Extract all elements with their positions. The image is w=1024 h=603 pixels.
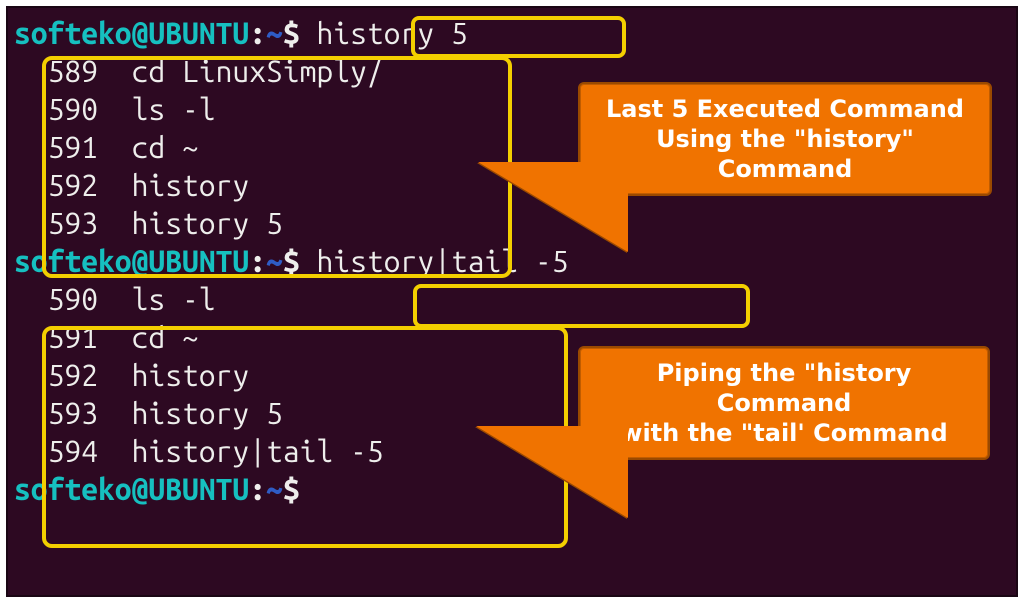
prompt-at: @ — [132, 16, 149, 50]
history-row: 590 ls -l — [14, 280, 1010, 318]
prompt-host: UBUNTU — [148, 16, 249, 50]
callout-1-line-2: Using the "history" Command — [594, 124, 976, 184]
callout-1-line-1: Last 5 Executed Command — [594, 94, 976, 124]
prompt-line-1: softeko@UBUNTU:~$ history 5 — [14, 14, 1010, 52]
prompt-user: softeko — [14, 16, 132, 50]
terminal-window[interactable]: softeko@UBUNTU:~$ history 5 589 cd Linux… — [6, 6, 1018, 597]
callout-2-line-1: Piping the "history Command — [594, 358, 974, 418]
prompt-colon: : — [249, 16, 266, 50]
command-1: history 5 — [316, 16, 467, 50]
prompt-dollar: $ — [283, 16, 300, 50]
callout-tail-icon — [478, 162, 628, 252]
callout-1: Last 5 Executed Command Using the "histo… — [578, 82, 992, 196]
callout-2-line-2: with the "tail' Command — [594, 418, 974, 448]
callout-tail-icon — [476, 426, 628, 518]
callout-2: Piping the "history Command with the "ta… — [578, 346, 990, 460]
prompt-path: ~ — [266, 16, 283, 50]
